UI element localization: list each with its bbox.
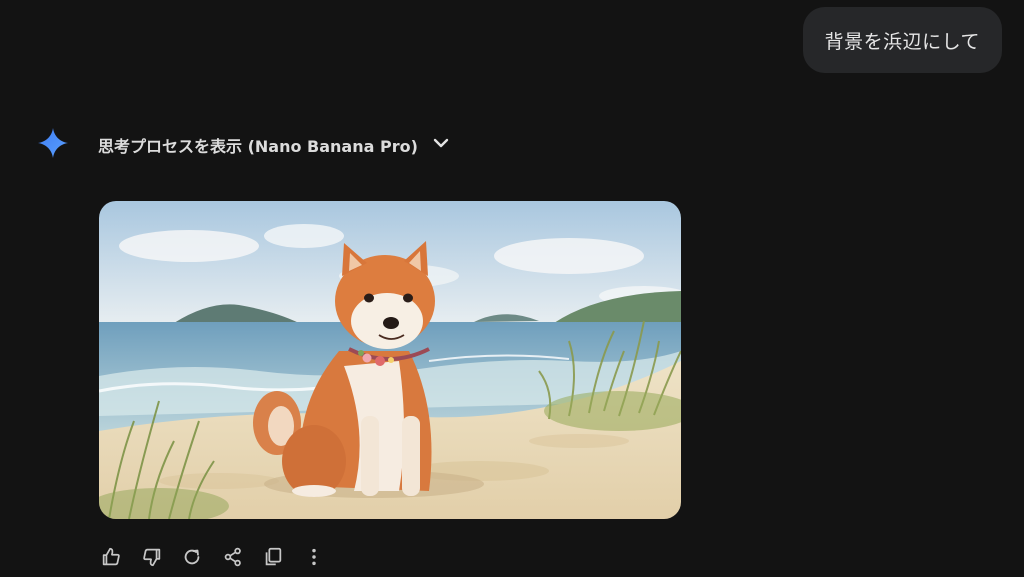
thumbs-up-icon [100, 546, 122, 572]
response-action-bar [98, 546, 341, 572]
thumbs-down-button[interactable] [139, 546, 165, 572]
show-thinking-toggle[interactable]: 思考プロセスを表示 (Nano Banana Pro) [98, 133, 450, 157]
refresh-icon [181, 546, 203, 572]
more-options-button[interactable] [301, 546, 327, 572]
copy-icon [262, 546, 284, 572]
chat-page: 背景を浜辺にして 思考プロセスを表示 (Nano Banana Pro) [0, 0, 1024, 577]
response-header: 思考プロセスを表示 (Nano Banana Pro) [38, 128, 450, 162]
chevron-down-icon [418, 134, 450, 156]
share-button[interactable] [220, 546, 246, 572]
regenerate-button[interactable] [179, 546, 205, 572]
copy-button[interactable] [260, 546, 286, 572]
user-message-text: 背景を浜辺にして [824, 30, 980, 53]
thumbs-down-icon [141, 546, 163, 572]
thumbs-up-button[interactable] [98, 546, 124, 572]
more-vertical-icon [303, 546, 325, 572]
generated-image[interactable] [99, 201, 681, 519]
show-thinking-label: 思考プロセスを表示 (Nano Banana Pro) [98, 137, 418, 156]
gemini-sparkle-icon [38, 128, 98, 162]
user-message-bubble: 背景を浜辺にして [802, 7, 1002, 73]
share-icon [222, 546, 244, 572]
